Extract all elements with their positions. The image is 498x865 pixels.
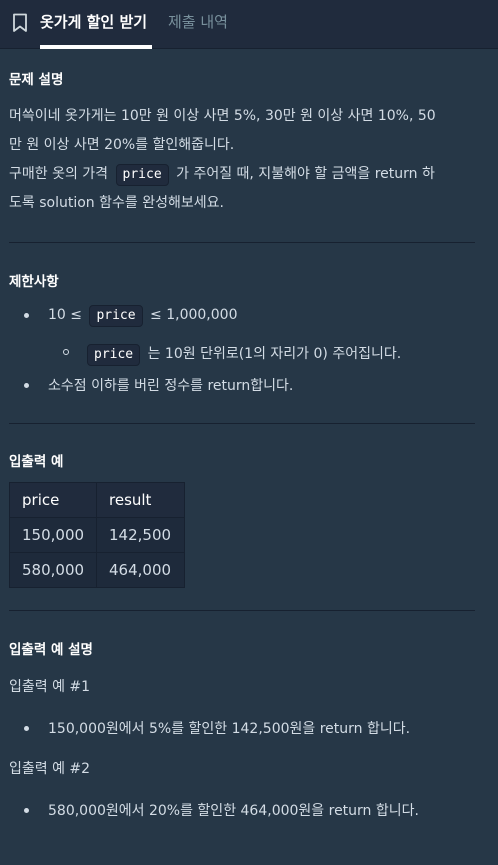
example-1-item: 150,000원에서 5%를 할인한 142,500원을 return 합니다.	[0, 716, 498, 740]
table-row: 150,000 142,500	[9, 517, 185, 553]
tab-submissions[interactable]: 제출 내역	[168, 11, 228, 32]
constraint-1-before: 10 ≤	[48, 307, 82, 323]
code-price: price	[87, 344, 141, 366]
divider	[9, 423, 475, 424]
constraint-item-2: 소수점 이하를 버린 정수를 return합니다.	[0, 373, 498, 397]
column-header-price: price	[9, 482, 97, 518]
example-2-text: 580,000원에서 20%를 할인한 464,000원을 return 합니다…	[48, 803, 419, 819]
table-cell: 150,000	[9, 517, 97, 553]
constraint-item-1: 10 ≤ price ≤ 1,000,000	[0, 303, 498, 327]
bullet	[24, 383, 29, 388]
table-row: 580,000 464,000	[9, 552, 185, 588]
problem-line-3-before: 구매한 옷의 가격	[9, 166, 109, 182]
example-2-item: 580,000원에서 20%를 할인한 464,000원을 return 합니다…	[0, 798, 498, 822]
table-cell: 580,000	[9, 552, 97, 588]
tab-problem[interactable]: 옷가게 할인 받기	[40, 11, 147, 32]
problem-line-3-after: 가 주어질 때, 지불해야 할 금액을 return 하	[176, 166, 435, 182]
bullet	[24, 313, 29, 318]
problem-line-3: 구매한 옷의 가격 price 가 주어질 때, 지불해야 할 금액을 retu…	[9, 160, 479, 189]
code-price: price	[115, 164, 169, 186]
problem-line-2: 만 원 이상 사면 20%를 할인해줍니다.	[9, 137, 235, 153]
problem-line-4: 도록 solution 함수를 완성해보세요.	[9, 195, 224, 211]
bullet	[24, 726, 29, 731]
problem-description: 머쓱이네 옷가게는 10만 원 이상 사면 5%, 30만 원 이상 사면 10…	[9, 102, 479, 218]
example-1-text: 150,000원에서 5%를 할인한 142,500원을 return 합니다.	[48, 721, 411, 737]
bullet-circle	[63, 349, 69, 355]
constraints-heading: 제한사항	[9, 274, 59, 290]
code-price: price	[89, 305, 143, 327]
bullet	[24, 808, 29, 813]
column-header-result: result	[96, 482, 185, 518]
examples-heading: 입출력 예	[9, 454, 64, 470]
constraint-sub-1-after: 는 10원 단위로(1의 자리가 0) 주어집니다.	[147, 346, 402, 362]
tab-bar: 옷가게 할인 받기 제출 내역	[0, 0, 498, 49]
constraint-1-after: ≤ 1,000,000	[150, 307, 238, 323]
example-2-title: 입출력 예 #2	[9, 761, 91, 777]
example-1-title: 입출력 예 #1	[9, 679, 91, 695]
problem-heading: 문제 설명	[9, 72, 64, 88]
problem-line-1: 머쓱이네 옷가게는 10만 원 이상 사면 5%, 30만 원 이상 사면 10…	[9, 108, 436, 124]
active-tab-indicator	[40, 45, 152, 49]
table-cell: 464,000	[96, 552, 185, 588]
table-header-row: price result	[9, 482, 185, 518]
bookmark-icon[interactable]	[12, 13, 28, 33]
divider	[9, 610, 475, 611]
examples-table: price result 150,000 142,500 580,000 464…	[9, 482, 185, 588]
divider	[9, 242, 475, 243]
explanation-heading: 입출력 예 설명	[9, 642, 93, 658]
constraint-subitem-1: price 는 10원 단위로(1의 자리가 0) 주어집니다.	[0, 341, 498, 366]
constraint-2-text: 소수점 이하를 버린 정수를 return합니다.	[48, 378, 294, 394]
table-cell: 142,500	[96, 517, 185, 553]
